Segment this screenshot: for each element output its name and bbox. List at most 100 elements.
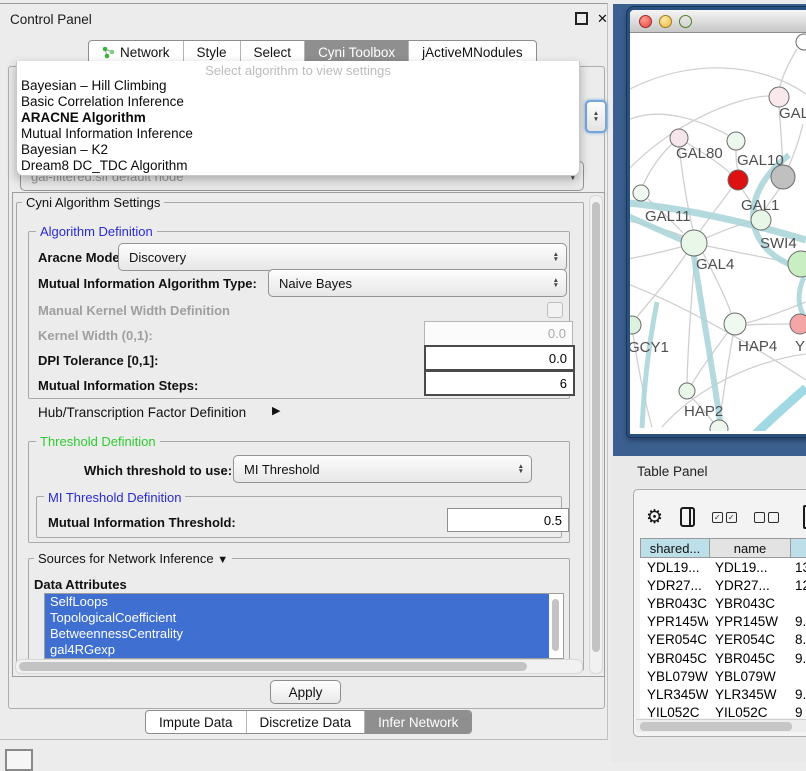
combo-arrows-icon: ▲▼ <box>553 278 559 289</box>
column-header[interactable]: name <box>710 538 791 558</box>
mi-algorithm-type-value: Naive Bayes <box>269 276 553 291</box>
algorithm-option[interactable]: Bayesian – K2 <box>17 142 579 158</box>
mi-algorithm-type-label: Mutual Information Algorithm Type: <box>38 276 257 291</box>
tab-label: Discretize Data <box>260 715 352 730</box>
apply-button[interactable]: Apply <box>270 680 341 704</box>
settings-scrollbar-thumb[interactable] <box>592 202 600 652</box>
minimize-traffic-light-icon[interactable] <box>659 15 672 28</box>
network-node-gal[interactable] <box>769 87 789 107</box>
network-node-gal11[interactable] <box>633 185 649 201</box>
tab-jactivemnodules[interactable]: jActiveMNodules <box>409 41 536 63</box>
tab-impute-data[interactable]: Impute Data <box>146 711 247 733</box>
tab-style[interactable]: Style <box>184 41 241 63</box>
settings-hscrollbar-track[interactable] <box>15 659 583 674</box>
network-edge <box>630 247 681 259</box>
table-row[interactable]: YDR27...YDR27...12 <box>640 576 806 594</box>
table-hscrollbar-thumb[interactable] <box>640 722 792 731</box>
tab-select[interactable]: Select <box>241 41 306 63</box>
algorithm-option[interactable]: Basic Correlation Inference <box>17 94 579 110</box>
sources-group-title[interactable]: Sources for Network Inference ▼ <box>34 551 232 566</box>
settings-scrollbar-track[interactable] <box>589 195 603 674</box>
node-label: SWI4 <box>760 235 797 252</box>
network-node-hap2[interactable] <box>679 383 695 399</box>
kernel-width-input[interactable]: 0.0 <box>424 321 573 346</box>
combo-arrows-icon: ▲▼ <box>518 464 524 475</box>
table-panel-title: Table Panel <box>637 464 708 479</box>
tab-label: Select <box>254 45 292 60</box>
node-label: GAL11 <box>645 208 691 225</box>
network-window-titlebar[interactable] <box>630 10 806 33</box>
table-cell: YDL19... <box>708 560 788 575</box>
node-label: GAL <box>779 105 806 122</box>
mi-steps-input[interactable]: 6 <box>424 370 575 396</box>
network-node[interactable] <box>771 165 795 189</box>
network-edge <box>700 189 731 231</box>
data-attribute-item[interactable]: SelfLoops <box>45 594 549 610</box>
table-row[interactable]: YBR043CYBR043C <box>640 594 806 612</box>
network-node-gal10[interactable] <box>727 132 745 150</box>
network-node-y[interactable] <box>790 314 806 334</box>
kernel-width-label: Kernel Width (0,1): <box>38 328 153 343</box>
close-icon[interactable]: ✕ <box>597 12 608 25</box>
hub-definition-toggle[interactable]: Hub/Transcription Factor Definition <box>38 405 246 420</box>
network-node-gcy1[interactable] <box>630 316 641 334</box>
dpi-tolerance-label: DPI Tolerance [0,1]: <box>38 353 158 368</box>
table-row[interactable]: YBL079WYBL079W <box>640 667 806 685</box>
algorithm-option[interactable]: Mutual Information Inference <box>17 126 579 142</box>
deselect-all-columns-icon[interactable] <box>754 512 779 523</box>
tab-label: Network <box>120 45 170 60</box>
which-threshold-value: MI Threshold <box>234 462 518 477</box>
mi-threshold-input[interactable]: 0.5 <box>447 508 569 532</box>
data-attribute-item[interactable]: TopologicalCoefficient <box>45 610 549 626</box>
corner-widget-icon[interactable] <box>5 749 33 771</box>
column-header[interactable] <box>791 538 806 558</box>
tab-cyni-toolbox[interactable]: Cyni Toolbox <box>305 41 409 63</box>
table-row[interactable]: YER054CYER054C8. <box>640 631 806 649</box>
network-node-swi4[interactable] <box>788 251 806 277</box>
table-row[interactable]: YBR045CYBR045C9. <box>640 649 806 667</box>
table-cell: 9. <box>788 651 806 666</box>
network-node[interactable] <box>796 34 806 50</box>
select-all-columns-icon[interactable]: ✓✓ <box>712 512 737 523</box>
network-node-hap4[interactable] <box>724 313 746 335</box>
settings-hscrollbar-thumb[interactable] <box>19 662 527 671</box>
table-row[interactable]: YLR345WYLR345W9. <box>640 685 806 703</box>
data-attribute-item[interactable]: gal4RGexp <box>45 642 549 658</box>
table-row[interactable]: YDL19...YDL19...13 <box>640 558 806 576</box>
column-header[interactable]: shared... <box>640 538 710 558</box>
zoom-traffic-light-icon[interactable] <box>679 15 692 28</box>
collapsed-arrow-icon[interactable]: ▶ <box>272 404 280 417</box>
close-traffic-light-icon[interactable] <box>639 15 652 28</box>
manual-kernel-width-checkbox[interactable] <box>547 302 563 318</box>
algorithm-option[interactable]: ARACNE Algorithm <box>17 110 579 126</box>
algorithm-option[interactable]: Bayesian – Hill Climbing <box>17 78 579 94</box>
table-cell: YDR27... <box>708 578 788 593</box>
network-canvas[interactable]: GAL80GAL10GAL1GAL11GAL4SWI4GCY1HAP4YHAP2… <box>630 33 806 434</box>
algorithm-combo-arrow-button[interactable]: ▲▼ <box>585 100 607 133</box>
table-hscrollbar-track[interactable] <box>636 719 806 732</box>
table-row[interactable]: YPR145WYPR145W9. <box>640 613 806 631</box>
table-cell: YDR27... <box>640 578 708 593</box>
tab-infer-network[interactable]: Infer Network <box>365 711 471 733</box>
gear-icon[interactable]: ⚙ <box>646 506 663 529</box>
table-cell: YLR345W <box>640 687 708 702</box>
network-node-gal4[interactable] <box>681 230 707 256</box>
tab-discretize-data[interactable]: Discretize Data <box>247 711 366 733</box>
control-panel-window: Control Panel ✕ Network Style Select Cyni T… <box>0 3 608 740</box>
data-attribute-item[interactable]: BetweennessCentrality <box>45 626 549 642</box>
float-window-icon[interactable] <box>575 12 588 25</box>
tab-network[interactable]: Network <box>89 41 184 63</box>
which-threshold-combo[interactable]: MI Threshold ▲▼ <box>233 455 532 483</box>
list-scrollbar-thumb[interactable] <box>552 599 559 651</box>
column-browser-icon[interactable] <box>680 507 695 527</box>
table-row[interactable]: YIL052CYIL052C9 <box>640 704 806 719</box>
mi-algorithm-type-combo[interactable]: Naive Bayes ▲▼ <box>268 269 567 297</box>
dpi-tolerance-input[interactable]: 0.0 <box>424 345 575 371</box>
algorithm-option[interactable]: Dream8 DC_TDC Algorithm <box>17 158 579 174</box>
combo-arrows-icon: ▲▼ <box>553 252 559 263</box>
table-cell: YER054C <box>640 632 708 647</box>
aracne-mode-combo[interactable]: Discovery ▲▼ <box>118 243 567 271</box>
network-node[interactable] <box>728 170 748 190</box>
control-panel-title: Control Panel <box>10 12 92 27</box>
data-attributes-list[interactable]: SelfLoopsTopologicalCoefficientBetweenne… <box>44 593 564 659</box>
